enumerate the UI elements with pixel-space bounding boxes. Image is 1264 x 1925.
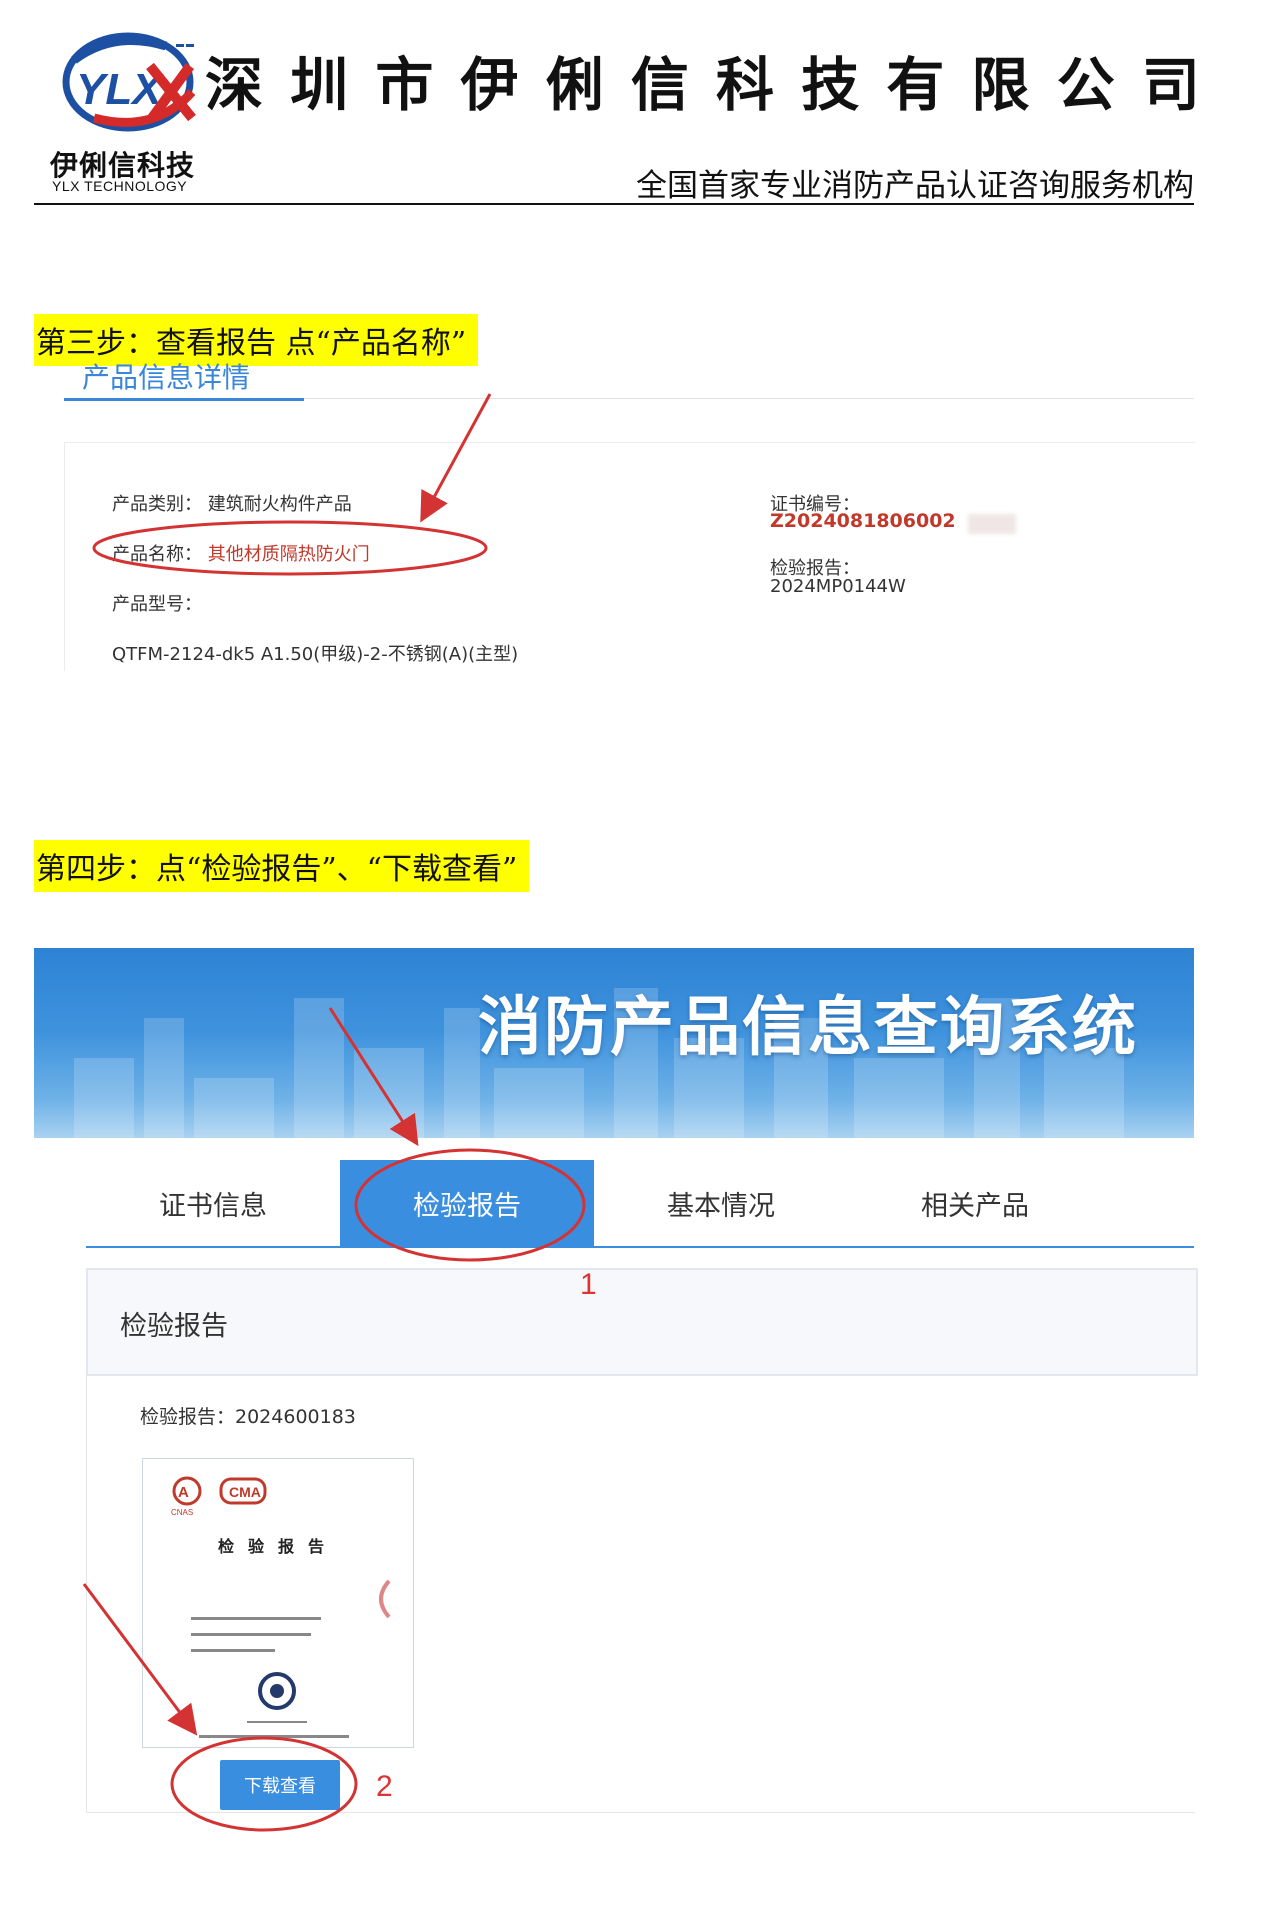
company-char: 俐 [545, 51, 604, 119]
company-char: 科 [716, 51, 775, 119]
company-char: 信 [630, 51, 689, 119]
product-name-link[interactable]: 其他材质隔热防火门 [208, 544, 370, 565]
product-info-screenshot: 产品信息详情 产品类别： 建筑耐火构件产品 产品名称： 其他材质隔热防火门 产品… [34, 350, 1195, 671]
download-view-button[interactable]: 下载查看 [220, 1760, 340, 1810]
report-tabs: 证书信息 检验报告 基本情况 相关产品 [86, 1160, 1194, 1248]
annotation-number-2: 2 [376, 1770, 393, 1803]
tab-basic-info[interactable]: 基本情况 [594, 1160, 848, 1246]
system-banner: 消防产品信息查询系统 [34, 948, 1194, 1138]
company-logo: YLX 伊俐信科技 YLX TECHNOLOGY [44, 26, 214, 196]
skyline-building [354, 1048, 424, 1138]
tab-related-products[interactable]: 相关产品 [848, 1160, 1102, 1246]
company-name: 深 圳 市 伊 俐 信 科 技 有 限 公 司 [205, 38, 1200, 122]
thumb-text-line [191, 1649, 275, 1652]
cert-number-value[interactable]: Z2024081806002 [770, 510, 956, 532]
product-model-label: 产品型号： [112, 594, 202, 615]
skyline-building [194, 1078, 274, 1138]
thumb-text-line [191, 1633, 311, 1636]
report-section-title: 检验报告 [120, 1311, 228, 1342]
company-char: 深 [205, 51, 264, 119]
product-info-title: 产品信息详情 [82, 361, 251, 394]
redaction-blur [968, 514, 1016, 534]
step4-label: 第四步：点“检验报告”、“下载查看” [34, 840, 530, 892]
tab-inspection-report[interactable]: 检验报告 [340, 1160, 594, 1246]
title-underline [64, 398, 304, 401]
org-emblem-icon [258, 1672, 296, 1710]
company-tagline: 全国首家专业消防产品认证咨询服务机构 [636, 168, 1194, 204]
skyline-building [74, 1058, 134, 1138]
company-char: 市 [375, 51, 434, 119]
skyline-building [854, 1058, 944, 1138]
thumb-text-line [199, 1735, 349, 1738]
skyline-building [444, 1008, 480, 1138]
thumb-text-line [247, 1721, 307, 1723]
tab-cert-info[interactable]: 证书信息 [86, 1160, 340, 1246]
ylx-logo-icon: YLX [62, 32, 196, 132]
product-name-row[interactable]: 产品名称： 其他材质隔热防火门 [112, 540, 370, 566]
system-title: 消防产品信息查询系统 [478, 991, 1138, 1065]
certification-marks-icon: A CNAS CMA [171, 1476, 267, 1517]
skyline-building [144, 1018, 184, 1138]
report-thumbnail[interactable]: A CNAS CMA 检验报告 [142, 1458, 414, 1748]
product-category-row: 产品类别： 建筑耐火构件产品 [112, 490, 352, 516]
annotation-number-1: 1 [580, 1268, 597, 1301]
skyline-building [494, 1068, 584, 1138]
report-number: 检验报告：2024600183 [140, 1406, 356, 1428]
company-char: 伊 [460, 51, 519, 119]
svg-text:CMA: CMA [229, 1484, 261, 1500]
divider [304, 398, 1194, 399]
report-value[interactable]: 2024MP0144W [770, 576, 906, 597]
product-category-value: 建筑耐火构件产品 [207, 494, 352, 515]
svg-text:CNAS: CNAS [171, 1508, 193, 1517]
thumb-text-line [191, 1617, 321, 1620]
report-section-header: 检验报告 [86, 1268, 1198, 1376]
product-name-label: 产品名称： [112, 544, 202, 565]
svg-text:A: A [178, 1484, 189, 1501]
company-char: 公 [1056, 51, 1115, 119]
header-divider [34, 203, 1194, 205]
product-category-label: 产品类别： [112, 494, 202, 515]
logo-english-name: YLX TECHNOLOGY [52, 178, 188, 194]
company-char: 圳 [290, 51, 349, 119]
company-char: 有 [886, 51, 945, 119]
product-model-value: QTFM-2124-dk5 A1.50(甲级)-2-不锈钢(A)(主型) [112, 644, 519, 665]
company-char: 限 [971, 51, 1030, 119]
company-char: 技 [801, 51, 860, 119]
skyline-building [294, 998, 344, 1138]
seal-stamp-icon [379, 1579, 391, 1619]
thumbnail-title: 检验报告 [217, 1537, 338, 1556]
company-char: 司 [1141, 51, 1200, 119]
